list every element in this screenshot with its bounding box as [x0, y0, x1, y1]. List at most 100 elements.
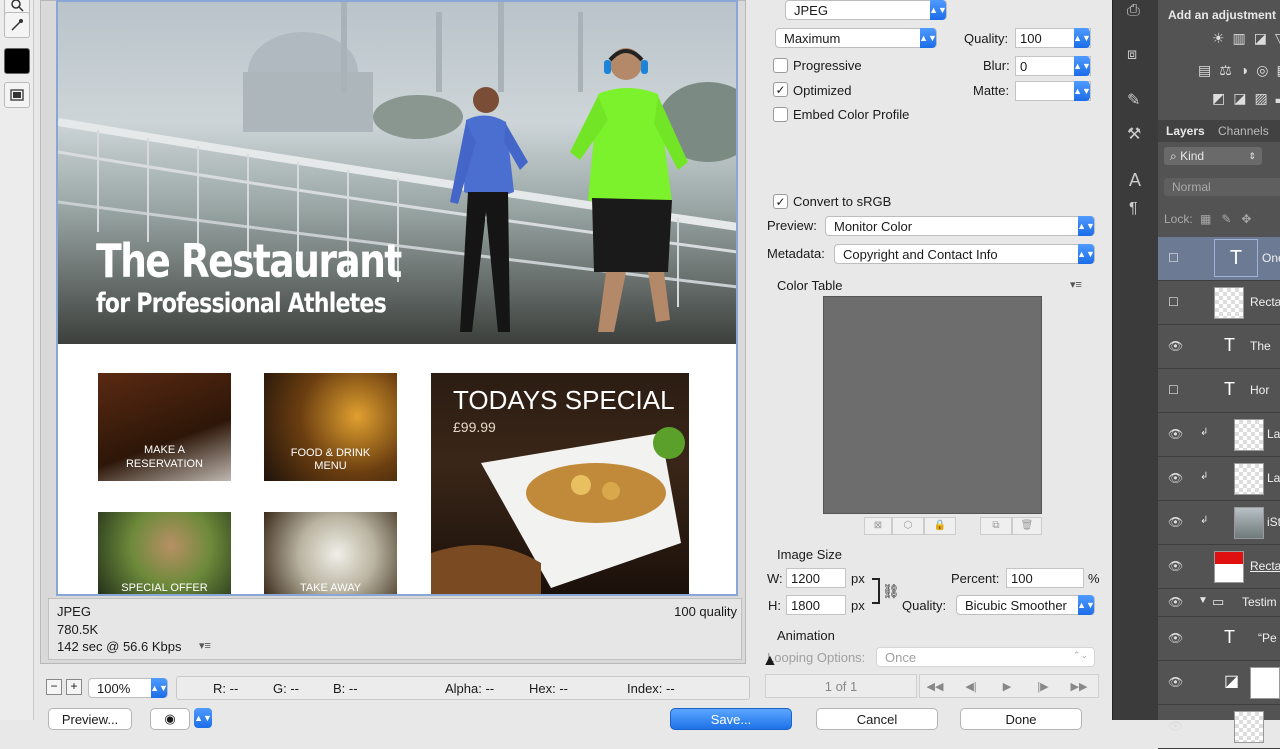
tile-food-drink[interactable]: FOOD & DRINK MENU [264, 373, 397, 481]
visibility-box[interactable]: ☐ [1168, 295, 1182, 309]
layer-row[interactable]: ☐ Recta [1158, 281, 1280, 325]
format-select[interactable]: JPEG ▲▼ [785, 0, 947, 20]
width-field[interactable]: 1200 [786, 568, 846, 588]
color-swatch[interactable] [4, 48, 30, 74]
progressive-checkbox[interactable] [773, 58, 788, 73]
layer-row[interactable]: 👁 ↲ La [1158, 457, 1280, 501]
slice-visibility-icon[interactable] [4, 82, 30, 108]
chevron-updown-icon: ⌃⌄ [1072, 650, 1088, 660]
new-color-icon[interactable]: ⧉ [980, 517, 1012, 535]
optimized-checkbox[interactable]: ✓ [773, 82, 788, 97]
layer-row[interactable]: ☐ T Hor [1158, 369, 1280, 413]
save-button[interactable]: Save... [670, 708, 792, 730]
trash-icon[interactable]: 🗑 [1012, 517, 1042, 535]
info-menu-icon[interactable]: ▾≡ [199, 639, 211, 652]
matte-field[interactable]: ▲▼ [1015, 81, 1091, 101]
layer-row[interactable]: 👁 ↲ La [1158, 413, 1280, 457]
eye-icon[interactable]: 👁 [1168, 427, 1183, 441]
3d-icon[interactable]: ⧈ [1127, 46, 1137, 64]
metadata-select[interactable]: Copyright and Contact Info ▲▼ [834, 244, 1095, 264]
map-color-icon[interactable]: ⊠ [864, 517, 892, 535]
brush-preset-icon[interactable]: ✎ [1127, 90, 1140, 110]
adjustment-icons-row2[interactable]: ▤⚖◑◎▦ [1198, 62, 1280, 79]
embed-profile-checkbox[interactable] [773, 107, 788, 122]
quality-field[interactable]: 100 ▲▼ [1015, 28, 1091, 48]
kind-filter-select[interactable]: ⌕ Kind ⇕ [1164, 147, 1262, 165]
layer-row[interactable]: 👁 ↲ iSt [1158, 501, 1280, 545]
lock-icons[interactable]: ▦✎✥ [1200, 212, 1261, 226]
done-button[interactable]: Done [960, 708, 1082, 730]
special-price: £99.99 [453, 419, 496, 435]
eyedropper-tool-icon[interactable] [4, 12, 30, 38]
color-table-label: Color Table [777, 278, 843, 293]
eye-icon[interactable]: 👁 [1168, 559, 1183, 573]
eye-icon[interactable]: 👁 [1168, 595, 1183, 609]
blur-field[interactable]: 0 ▲▼ [1015, 56, 1091, 76]
browser-select-arrow[interactable]: ▲▼ [194, 708, 212, 728]
eye-icon[interactable]: 👁 [1168, 631, 1183, 645]
looping-select[interactable]: Once ⌃⌄ [876, 647, 1095, 667]
adjustment-icons-row1[interactable]: ☀▥◪▽ [1212, 30, 1280, 47]
paragraph-icon[interactable]: ¶ [1129, 200, 1138, 218]
prev-frame-icon[interactable]: ◀| [956, 676, 986, 696]
todays-special-panel[interactable]: TODAYS SPECIAL £99.99 [431, 373, 689, 594]
kind-value: Kind [1180, 149, 1205, 163]
clip-arrow-icon: ↲ [1200, 471, 1209, 482]
preview-canvas[interactable]: The Restaurant for Professional Athletes… [56, 0, 738, 596]
tile-special-offer[interactable]: SPECIAL OFFER [98, 512, 231, 594]
tile-take-away[interactable]: TAKE AWAY [264, 512, 397, 594]
eye-icon[interactable]: 👁 [1168, 719, 1183, 733]
zoom-select[interactable]: 100% ▲▼ [88, 678, 168, 698]
height-field[interactable]: 1800 [786, 595, 846, 615]
play-icon[interactable]: ▶ [992, 676, 1022, 696]
history-icon[interactable]: ⎙ [1127, 2, 1140, 20]
eye-icon[interactable]: 👁 [1168, 339, 1183, 353]
blend-mode-select[interactable]: Normal [1164, 178, 1280, 196]
tile-reservation[interactable]: MAKE A RESERVATION [98, 373, 231, 481]
layer-row[interactable]: 👁 [1158, 705, 1280, 749]
resample-select[interactable]: Bicubic Smoother ▲▼ [956, 595, 1095, 615]
eye-icon[interactable]: 👁 [1168, 471, 1183, 485]
layer-row[interactable]: 👁 T “Pe [1158, 617, 1280, 661]
special-title: TODAYS SPECIAL [453, 385, 675, 415]
layer-row[interactable]: 👁 ◪ [1158, 661, 1280, 705]
adjustment-icons-row3[interactable]: ◩◪▨▬ [1212, 90, 1280, 107]
preview-button[interactable]: Preview... [48, 708, 132, 730]
last-frame-icon[interactable]: ▶▶ [1064, 676, 1094, 696]
expand-triangle-icon[interactable]: ▼ [1198, 595, 1208, 606]
text-layer-icon: T [1214, 239, 1258, 277]
cancel-button[interactable]: Cancel [816, 708, 938, 730]
percent-field[interactable]: 100 [1006, 568, 1084, 588]
compression-select[interactable]: Maximum ▲▼ [775, 28, 937, 48]
clone-source-icon[interactable]: ⚒ [1127, 124, 1141, 144]
adjustment-layer-icon: ◪ [1224, 673, 1240, 690]
eye-icon[interactable]: 👁 [1168, 515, 1183, 529]
link-icon[interactable]: ⛓ [882, 583, 900, 600]
browser-preview-button[interactable]: ◉ [150, 708, 190, 730]
layer-row[interactable]: 👁 T The [1158, 325, 1280, 369]
layer-row[interactable]: ☐ T One [1158, 237, 1280, 281]
zoom-in-button[interactable]: + [66, 679, 82, 695]
next-frame-icon[interactable]: |▶ [1028, 676, 1058, 696]
chevron-updown-icon: ⇕ [1248, 151, 1256, 161]
lock-color-icon[interactable]: 🔒 [924, 517, 956, 535]
animation-label: Animation [777, 628, 835, 643]
image-size-label: Image Size [777, 547, 843, 562]
hero-subtitle: for Professional Athletes [96, 288, 387, 319]
tab-layers[interactable]: Layers [1166, 124, 1205, 138]
visibility-box[interactable]: ☐ [1168, 251, 1182, 265]
first-frame-icon[interactable]: ◀◀ [920, 676, 950, 696]
convert-srgb-checkbox[interactable]: ✓ [773, 194, 788, 209]
preview-color-select[interactable]: Monitor Color ▲▼ [825, 216, 1095, 236]
layer-row[interactable]: 👁 Recta [1158, 545, 1280, 589]
web-shift-icon[interactable]: ⬡ [892, 517, 924, 535]
layer-thumbnail [1234, 419, 1264, 451]
color-table-menu-icon[interactable]: ▾≡ [1070, 278, 1082, 291]
looping-label: Looping Options: [767, 650, 866, 665]
zoom-out-button[interactable]: − [46, 679, 62, 695]
visibility-box[interactable]: ☐ [1168, 383, 1182, 397]
layer-group-row[interactable]: 👁 ▼ ▭ Testim [1158, 589, 1280, 617]
tab-channels[interactable]: Channels [1218, 124, 1269, 138]
eye-icon[interactable]: 👁 [1168, 675, 1183, 689]
character-icon[interactable]: A [1129, 170, 1141, 191]
